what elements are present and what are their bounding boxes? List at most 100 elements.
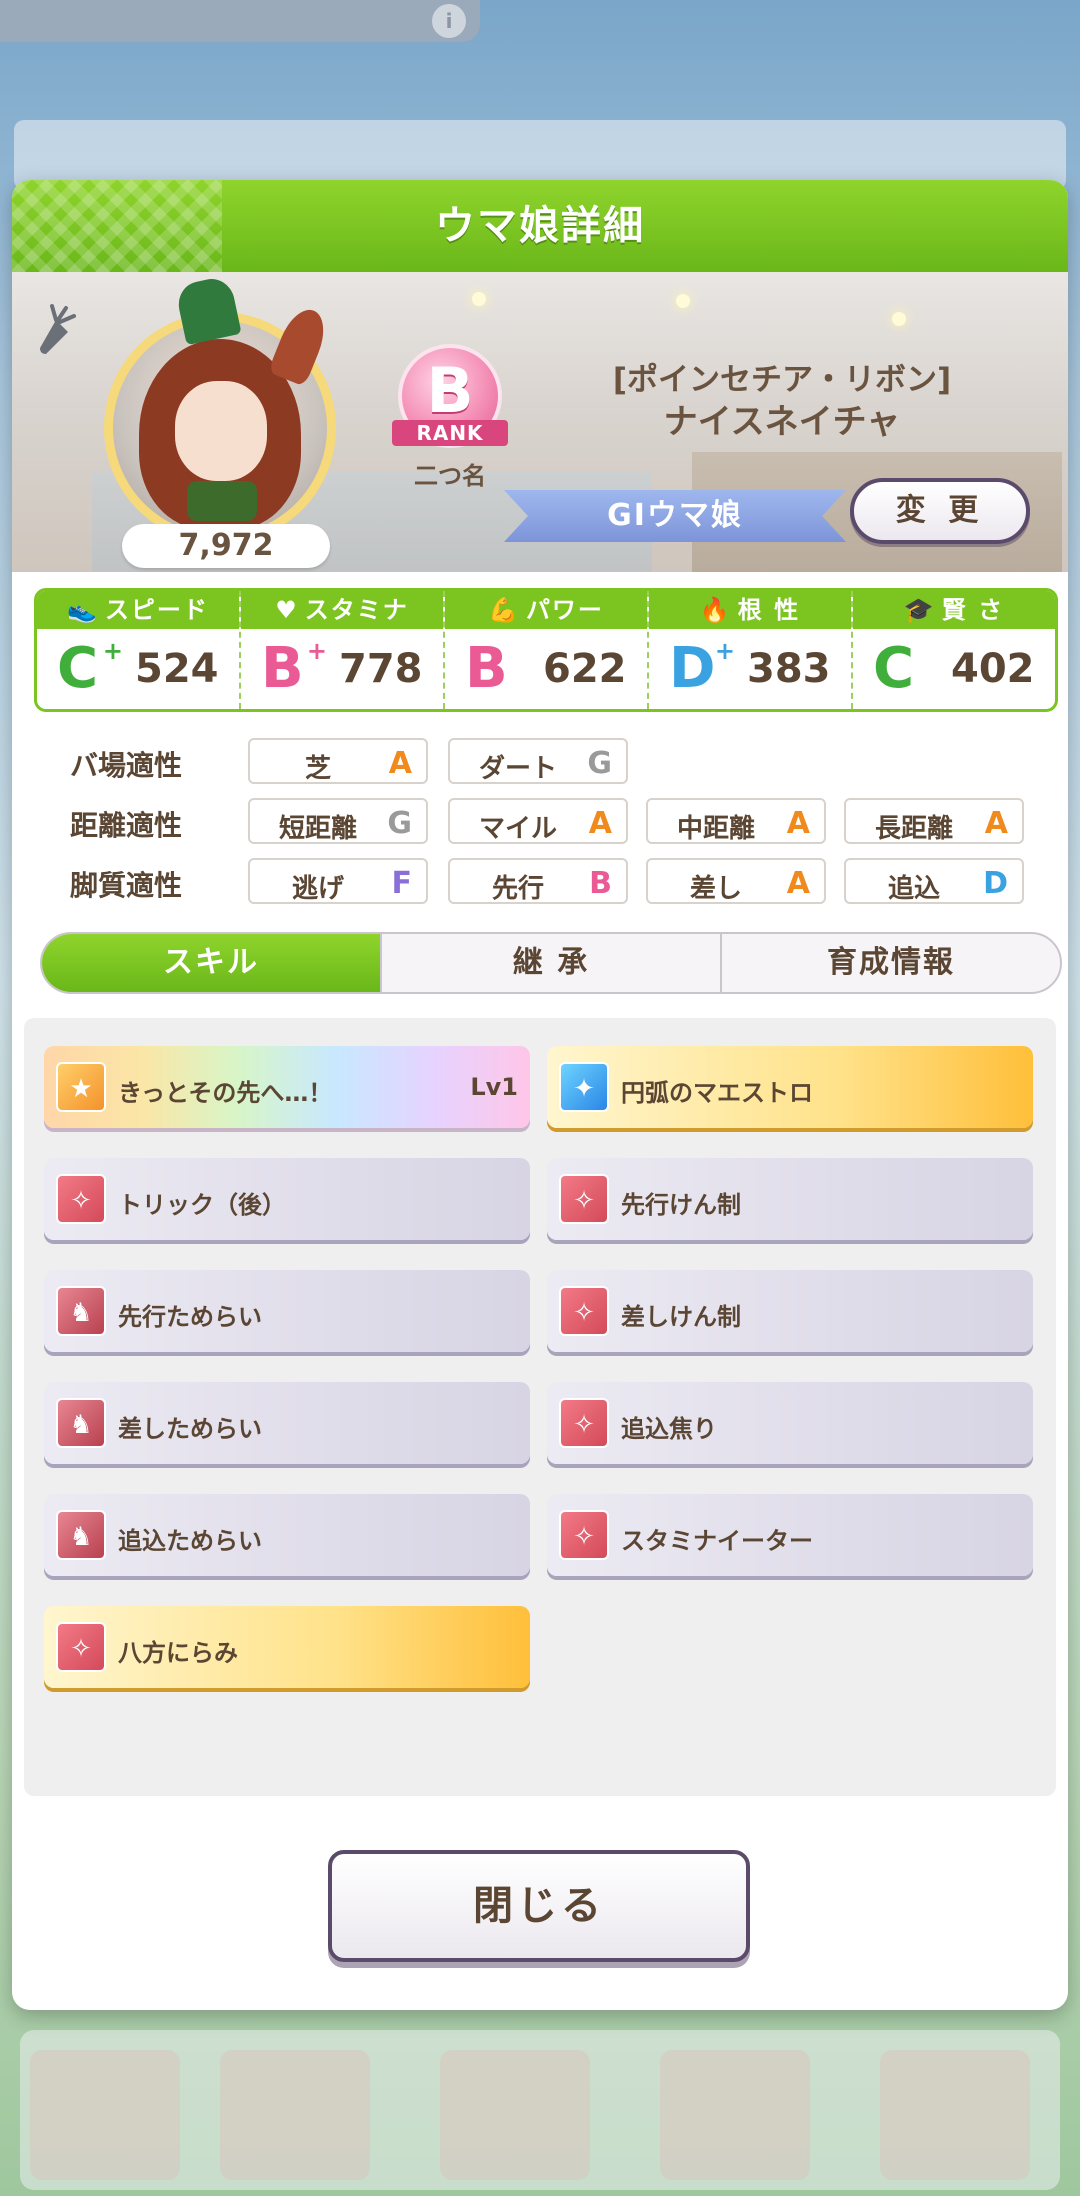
rank-label: RANK bbox=[392, 420, 508, 446]
background-tile bbox=[30, 2050, 180, 2180]
stat-label: パワー bbox=[525, 596, 604, 624]
stat-value: 524 bbox=[135, 646, 219, 692]
stat-value: 383 bbox=[747, 646, 831, 692]
skill-item[interactable]: ✧ 差しけん制 bbox=[547, 1270, 1033, 1352]
skill-debuff-icon: ✧ bbox=[559, 1286, 609, 1336]
stat-grade: D + bbox=[669, 639, 739, 697]
grade-plus: + bbox=[102, 637, 123, 665]
stat-stamina: ♥ スタミナ B +778 bbox=[241, 591, 445, 709]
tab-inheritance[interactable]: 継 承 bbox=[382, 934, 722, 992]
skill-name: 円弧のマエストロ bbox=[621, 1079, 813, 1107]
skill-recovery-icon: ✦ bbox=[559, 1062, 609, 1112]
aptitude-label: バ場適性 bbox=[70, 749, 183, 782]
background-menu bbox=[20, 2030, 1060, 2190]
skill-debuff-icon: ✧ bbox=[56, 1174, 106, 1224]
tab-skills[interactable]: スキル bbox=[42, 934, 382, 992]
skill-hesitation-icon: ♞ bbox=[56, 1398, 106, 1448]
carrot-icon[interactable] bbox=[34, 302, 78, 358]
aptitude-name: ダート bbox=[478, 754, 557, 784]
skill-item[interactable]: ✧ 八方にらみ bbox=[44, 1606, 530, 1688]
detail-tabs: スキル 継 承 育成情報 bbox=[40, 932, 1062, 994]
mortarboard-icon: 🎓 bbox=[903, 596, 936, 624]
aptitude-label: 脚質適性 bbox=[70, 869, 183, 902]
grade-letter: C bbox=[873, 636, 915, 701]
skill-name: きっとその先へ…！ bbox=[118, 1079, 333, 1107]
skill-name: 八方にらみ bbox=[118, 1639, 238, 1667]
aptitude-name: 先行 bbox=[491, 874, 544, 904]
skill-item[interactable]: ♞ 先行ためらい bbox=[44, 1270, 530, 1352]
skill-hesitation-icon: ♞ bbox=[56, 1510, 106, 1560]
close-button[interactable]: 閉じる bbox=[328, 1850, 750, 1962]
aptitude-cell: 長距離 A bbox=[844, 798, 1024, 844]
stat-label: 賢 さ bbox=[941, 596, 1005, 624]
background-tile bbox=[220, 2050, 370, 2180]
stat-header: 💪 パワー bbox=[445, 591, 647, 629]
skill-name: 差しけん制 bbox=[621, 1303, 741, 1331]
stat-label: 根 性 bbox=[737, 596, 801, 624]
rank-badge: B RANK bbox=[392, 344, 508, 456]
skill-item[interactable]: ✧ 追込焦り bbox=[547, 1382, 1033, 1464]
ceiling-light bbox=[892, 312, 906, 326]
skill-name: トリック（後） bbox=[118, 1191, 286, 1219]
grade-letter: B bbox=[465, 636, 508, 701]
stats-panel: 👟 スピード C +524 ♥ スタミナ B +778 💪 パワー B 622 🔥 根 性 D… bbox=[34, 588, 1058, 712]
character-name: ナイスネイチャ bbox=[663, 402, 901, 442]
background-tile bbox=[880, 2050, 1030, 2180]
change-title-button[interactable]: 変 更 bbox=[850, 478, 1030, 544]
skill-item[interactable]: ✦ 円弧のマエストロ bbox=[547, 1046, 1033, 1128]
background-banner: i bbox=[0, 0, 480, 42]
stat-label: スタミナ bbox=[304, 596, 409, 624]
portrait-bow bbox=[187, 481, 257, 521]
aptitude-row-track: バ場適性 芝A ダート G bbox=[48, 732, 1048, 792]
skill-item[interactable]: ✧ スタミナイーター bbox=[547, 1494, 1033, 1576]
ceiling-light bbox=[676, 294, 690, 308]
skill-debuff-icon: ✧ bbox=[56, 1622, 106, 1672]
skill-hesitation-icon: ♞ bbox=[56, 1286, 106, 1336]
header-pattern bbox=[12, 180, 222, 272]
skill-name: 差しためらい bbox=[118, 1415, 262, 1443]
aptitude-name: 長距離 bbox=[874, 814, 953, 844]
ceiling-light bbox=[472, 292, 486, 306]
skill-item[interactable]: ✧ 先行けん制 bbox=[547, 1158, 1033, 1240]
stat-header: 🎓 賢 さ bbox=[853, 591, 1055, 629]
aptitude-name: 差し bbox=[689, 874, 742, 904]
skill-item[interactable]: ★ きっとその先へ…！ Lv1 bbox=[44, 1046, 530, 1128]
flame-icon: 🔥 bbox=[699, 596, 732, 624]
stat-power: 💪 パワー B 622 bbox=[445, 591, 649, 709]
tab-training-info[interactable]: 育成情報 bbox=[722, 934, 1060, 992]
aptitude-name: マイル bbox=[478, 814, 557, 844]
aptitude-label: 距離適性 bbox=[70, 809, 183, 842]
skill-item[interactable]: ✧ トリック（後） bbox=[44, 1158, 530, 1240]
character-hero: 7,972 B RANK 二つ名 [ポインセチア・リボン] ナイスネイチャ GⅠ… bbox=[12, 272, 1068, 572]
heart-icon: ♥ bbox=[275, 596, 299, 624]
skill-debuff-icon: ✧ bbox=[559, 1398, 609, 1448]
background-tile bbox=[660, 2050, 810, 2180]
skill-name: 先行けん制 bbox=[621, 1191, 741, 1219]
shoe-icon: 👟 bbox=[67, 596, 99, 624]
stat-grade: B bbox=[465, 641, 535, 697]
skill-level: Lv1 bbox=[470, 1073, 518, 1101]
aptitude-row-style: 脚質適性 逃げ F 先行 B 差し A 追込 D bbox=[48, 852, 1048, 912]
nickname-label[interactable]: 二つ名 bbox=[392, 456, 508, 491]
background-tile bbox=[440, 2050, 590, 2180]
aptitude-grade: A bbox=[588, 806, 612, 841]
aptitude-grade: B bbox=[589, 866, 612, 901]
aptitude-name: 短距離 bbox=[278, 814, 357, 844]
grade-letter: C bbox=[57, 636, 99, 701]
skill-unique-icon: ★ bbox=[56, 1062, 106, 1112]
stat-grade: C bbox=[873, 641, 943, 697]
skill-name: スタミナイーター bbox=[621, 1527, 813, 1555]
aptitude-grade: A bbox=[786, 806, 810, 841]
stat-label: スピード bbox=[104, 596, 209, 624]
skill-debuff-icon: ✧ bbox=[559, 1510, 609, 1560]
aptitude-name: 追込 bbox=[887, 874, 940, 904]
stat-value: 402 bbox=[951, 646, 1035, 692]
aptitude-cell: 短距離 G bbox=[248, 798, 428, 844]
skill-name: 追込焦り bbox=[621, 1415, 717, 1443]
skill-item[interactable]: ♞ 差しためらい bbox=[44, 1382, 530, 1464]
stat-grade: B + bbox=[261, 639, 331, 697]
aptitude-cell: 追込 D bbox=[844, 858, 1024, 904]
aptitude-grade: A bbox=[984, 806, 1008, 841]
skill-item[interactable]: ♞ 追込ためらい bbox=[44, 1494, 530, 1576]
skill-name: 先行ためらい bbox=[118, 1303, 262, 1331]
